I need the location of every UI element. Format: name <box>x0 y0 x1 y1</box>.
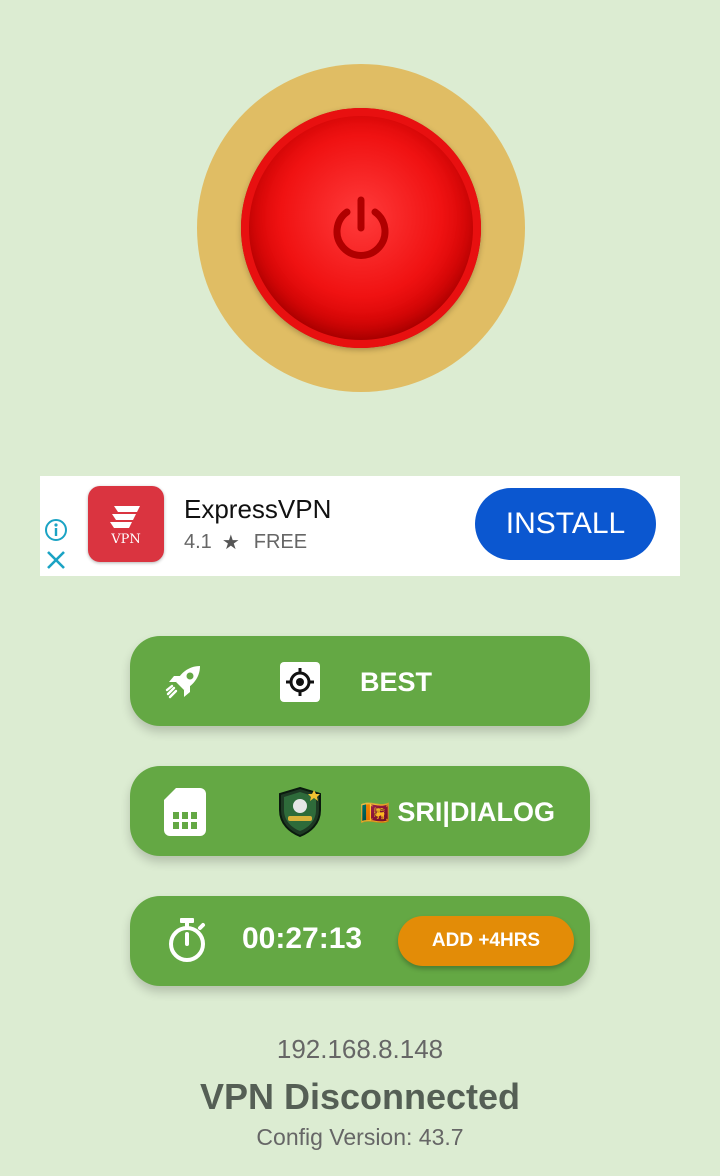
network-select-button[interactable]: 🇱🇰 SRI|DIALOG <box>130 766 590 856</box>
ad-price: FREE <box>253 531 308 553</box>
rocket-icon <box>164 662 204 707</box>
connection-status: VPN Disconnected <box>199 1076 521 1117</box>
stopwatch-icon <box>166 918 208 969</box>
info-icon[interactable] <box>44 518 68 547</box>
ip-address: 192.168.8.148 <box>276 1034 444 1064</box>
timer-panel: 00:27:13 ADD +4HRS <box>130 896 590 986</box>
network-name: SRI|DIALOG <box>397 797 555 827</box>
ad-rating: 4.1 <box>184 531 212 553</box>
server-mode-label: BEST <box>360 667 433 697</box>
ad-app-logo[interactable]: VPN <box>88 486 164 562</box>
network-label: 🇱🇰 SRI|DIALOG <box>360 797 555 828</box>
target-icon <box>280 662 320 702</box>
sim-card-icon <box>164 788 206 841</box>
shield-badge-icon <box>276 786 324 843</box>
ad-logo-text: VPN <box>111 531 141 547</box>
timer-display: 00:27:13 <box>242 922 363 955</box>
ad-app-name[interactable]: ExpressVPN <box>184 494 331 525</box>
ad-banner[interactable]: VPN ExpressVPN 4.1 ★ FREE INSTALL <box>40 476 680 576</box>
close-icon[interactable] <box>44 548 68 577</box>
power-button-ring <box>197 64 525 392</box>
server-select-button[interactable]: BEST <box>130 636 590 726</box>
install-button[interactable]: INSTALL <box>475 488 656 560</box>
add-time-button[interactable]: ADD +4HRS <box>398 916 574 966</box>
config-version: Config Version: 43.7 <box>256 1124 464 1150</box>
power-button[interactable] <box>241 108 481 348</box>
power-icon <box>333 196 389 259</box>
star-icon: ★ <box>221 532 240 554</box>
flag-icon: 🇱🇰 <box>360 800 390 827</box>
ad-meta: 4.1 ★ FREE <box>184 530 307 555</box>
